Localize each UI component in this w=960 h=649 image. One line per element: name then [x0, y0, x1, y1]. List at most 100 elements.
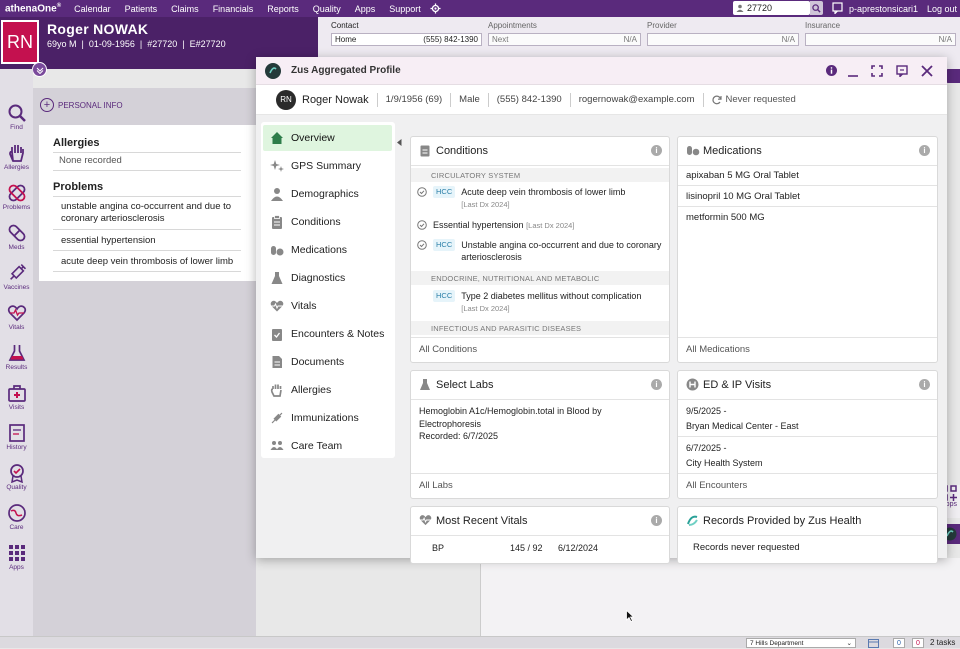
nav-apps[interactable]: Apps — [348, 4, 383, 14]
problem-item[interactable]: essential hypertension — [61, 235, 241, 247]
sidebar-item-vitals[interactable]: Vitals — [0, 303, 33, 341]
sidebar-item-results[interactable]: Results — [0, 343, 33, 381]
patient-avatar[interactable]: RN — [1, 20, 39, 64]
logout-link[interactable]: Log out — [927, 0, 957, 17]
search-button[interactable] — [810, 1, 823, 15]
info-icon[interactable]: i — [919, 145, 930, 156]
allergies-value: None recorded — [59, 155, 122, 166]
info-icon[interactable]: i — [919, 379, 930, 390]
user-menu[interactable]: p-aprestonsicari1 — [849, 0, 918, 17]
all-encounters-link[interactable]: All Encounters — [686, 480, 747, 491]
vital-name: BP — [432, 543, 445, 553]
modal-content: Overview GPS Summary Demographics Condit… — [256, 115, 947, 564]
problem-item[interactable]: unstable angina co-occurrent and due to … — [61, 201, 241, 225]
medication-item[interactable]: lisinopril 10 MG Oral Tablet — [686, 191, 800, 202]
banner-expand-button[interactable] — [32, 62, 47, 77]
nav-patients[interactable]: Patients — [118, 4, 165, 14]
all-labs-link[interactable]: All Labs — [419, 480, 453, 491]
provider-field[interactable]: N/A — [647, 33, 799, 46]
main-content-background — [480, 558, 960, 636]
left-sidebar: Find Allergies Problems Meds Vaccines Vi… — [0, 69, 33, 648]
info-icon[interactable] — [826, 65, 837, 76]
side-tab[interactable] — [945, 69, 960, 83]
expand-icon[interactable] — [871, 65, 883, 77]
hcc-badge: HCC — [433, 186, 456, 198]
nav-financials[interactable]: Financials — [206, 4, 261, 14]
all-medications-link[interactable]: All Medications — [686, 344, 750, 355]
gear-icon[interactable] — [428, 3, 441, 14]
menu-item-medications[interactable]: Medications — [263, 237, 392, 263]
patient-name[interactable]: Roger NOWAK — [47, 21, 148, 37]
alert-count-badge[interactable]: 0 — [912, 638, 924, 648]
pill-icon — [8, 224, 25, 242]
sidebar-item-quality[interactable]: Quality — [0, 463, 33, 501]
patient-id: #27720 — [147, 39, 178, 49]
menu-item-care-team[interactable]: Care Team — [263, 433, 392, 459]
insurance-field[interactable]: N/A — [805, 33, 956, 46]
hospital-icon — [686, 378, 699, 391]
sidebar-item-care[interactable]: Care — [0, 503, 33, 541]
sidebar-item-visits[interactable]: Visits — [0, 383, 33, 421]
visit-item[interactable]: 6/7/2025 - City Health System — [686, 441, 763, 471]
notification-count-badge[interactable]: 0 — [893, 638, 905, 648]
medication-item[interactable]: apixaban 5 MG Oral Tablet — [686, 170, 799, 181]
menu-item-demographics[interactable]: Demographics — [263, 181, 392, 207]
grid-icon — [8, 545, 25, 561]
vital-value: 145 / 92 — [510, 543, 543, 553]
all-conditions-link[interactable]: All Conditions — [419, 344, 477, 355]
lab-item[interactable]: Hemoglobin A1c/Hemoglobin.total in Blood… — [419, 405, 654, 443]
sidebar-item-problems[interactable]: Problems — [0, 183, 33, 221]
person-icon — [736, 4, 744, 12]
patient-demographics: 69yo M | 01-09-1956 | #27720 | E#27720 — [47, 39, 226, 49]
message-icon[interactable] — [832, 2, 843, 14]
sidebar-item-find[interactable]: Find — [0, 103, 33, 141]
collapse-menu-button[interactable] — [395, 135, 403, 149]
popout-icon[interactable] — [896, 65, 908, 77]
condition-item[interactable]: HCC Type 2 diabetes mellitus without com… — [417, 290, 667, 315]
condition-item[interactable]: HCC Unstable angina co-occurrent and due… — [417, 239, 667, 263]
condition-item[interactable]: HCC Acute deep vein thrombosis of lower … — [417, 186, 667, 211]
condition-item[interactable]: Essential hypertension [Last Dx 2024] — [417, 219, 667, 232]
nav-support[interactable]: Support — [382, 4, 428, 14]
menu-item-immunizations[interactable]: Immunizations — [263, 405, 392, 431]
minimize-icon[interactable] — [847, 65, 859, 77]
menu-item-gps-summary[interactable]: GPS Summary — [263, 153, 392, 179]
info-icon[interactable]: i — [651, 379, 662, 390]
menu-item-documents[interactable]: Documents — [263, 349, 392, 375]
visit-item[interactable]: 9/5/2025 - Bryan Medical Center - East — [686, 404, 799, 434]
personal-info-button[interactable]: + PERSONAL INFO — [40, 92, 256, 118]
patient-search-input[interactable]: 27720 — [733, 1, 810, 15]
menu-item-vitals[interactable]: Vitals — [263, 293, 392, 319]
nav-reports[interactable]: Reports — [260, 4, 306, 14]
nav-claims[interactable]: Claims — [164, 4, 206, 14]
sidebar-item-vaccines[interactable]: Vaccines — [0, 263, 33, 301]
refresh-icon[interactable] — [711, 95, 722, 105]
department-select[interactable]: 7 Hills Department ⌄ — [746, 638, 856, 648]
menu-item-overview[interactable]: Overview — [263, 125, 392, 151]
hand-icon — [270, 384, 282, 397]
info-icon[interactable]: i — [651, 145, 662, 156]
contact-phone-field[interactable]: Home (555) 842-1390 — [331, 33, 482, 46]
close-icon[interactable] — [921, 65, 933, 77]
menu-item-diagnostics[interactable]: Diagnostics — [263, 265, 392, 291]
medication-item[interactable]: metformin 500 MG — [686, 212, 765, 223]
problem-item[interactable]: acute deep vein thrombosis of lower limb — [61, 256, 241, 268]
bandage-icon — [8, 184, 25, 202]
nav-quality[interactable]: Quality — [306, 4, 348, 14]
calendar-icon[interactable] — [868, 638, 879, 648]
sidebar-item-allergies[interactable]: Allergies — [0, 143, 33, 181]
next-appointment-field[interactable]: Next N/A — [488, 33, 641, 46]
info-icon[interactable]: i — [651, 515, 662, 526]
athena-logo[interactable]: athenaOne® — [0, 3, 67, 14]
syringe-icon — [9, 263, 26, 280]
nav-calendar[interactable]: Calendar — [67, 4, 118, 14]
home-icon — [271, 132, 283, 144]
menu-item-allergies[interactable]: Allergies — [263, 377, 392, 403]
sidebar-item-apps[interactable]: Apps — [0, 543, 33, 581]
menu-item-conditions[interactable]: Conditions — [263, 209, 392, 235]
conditions-card: Conditions i CIRCULATORY SYSTEM HCC Acut… — [410, 136, 670, 363]
tasks-link[interactable]: 2 tasks — [930, 637, 955, 649]
sidebar-item-meds[interactable]: Meds — [0, 223, 33, 261]
menu-item-encounters-notes[interactable]: Encounters & Notes — [263, 321, 392, 347]
sidebar-item-history[interactable]: History — [0, 423, 33, 461]
